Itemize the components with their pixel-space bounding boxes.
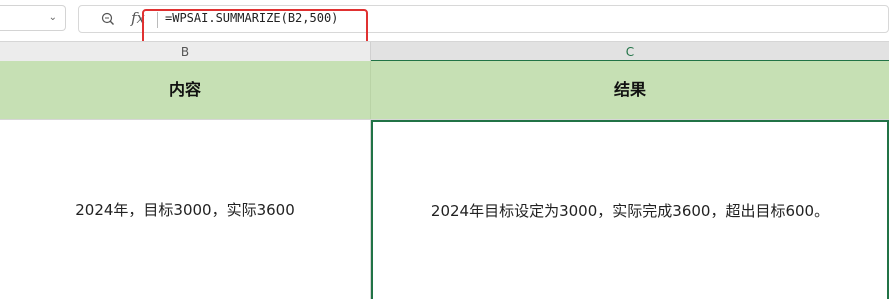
table-row: 2024年，目标3000，实际3600 2024年目标设定为3000，实际完成3… (0, 119, 889, 299)
column-headers: B C (0, 41, 889, 62)
chevron-down-icon[interactable]: ⌄ (49, 12, 57, 23)
header-cell-result[interactable]: 结果 (371, 61, 889, 119)
formula-bar: ⌄ fx =WPSAI.SUMMARIZE(B2,500) (0, 0, 889, 45)
cell-b2[interactable]: 2024年，目标3000，实际3600 (0, 120, 371, 299)
header-cell-content[interactable]: 内容 (0, 61, 371, 119)
zoom-icon[interactable] (101, 12, 115, 26)
table-header-row: 内容 结果 (0, 61, 889, 119)
name-box[interactable]: ⌄ (0, 5, 66, 31)
column-header-c[interactable]: C (371, 42, 889, 62)
column-header-b[interactable]: B (0, 42, 371, 62)
formula-highlight-annotation (142, 9, 368, 45)
cell-c2-selected[interactable]: 2024年目标设定为3000，实际完成3600，超出目标600。 (371, 120, 889, 299)
